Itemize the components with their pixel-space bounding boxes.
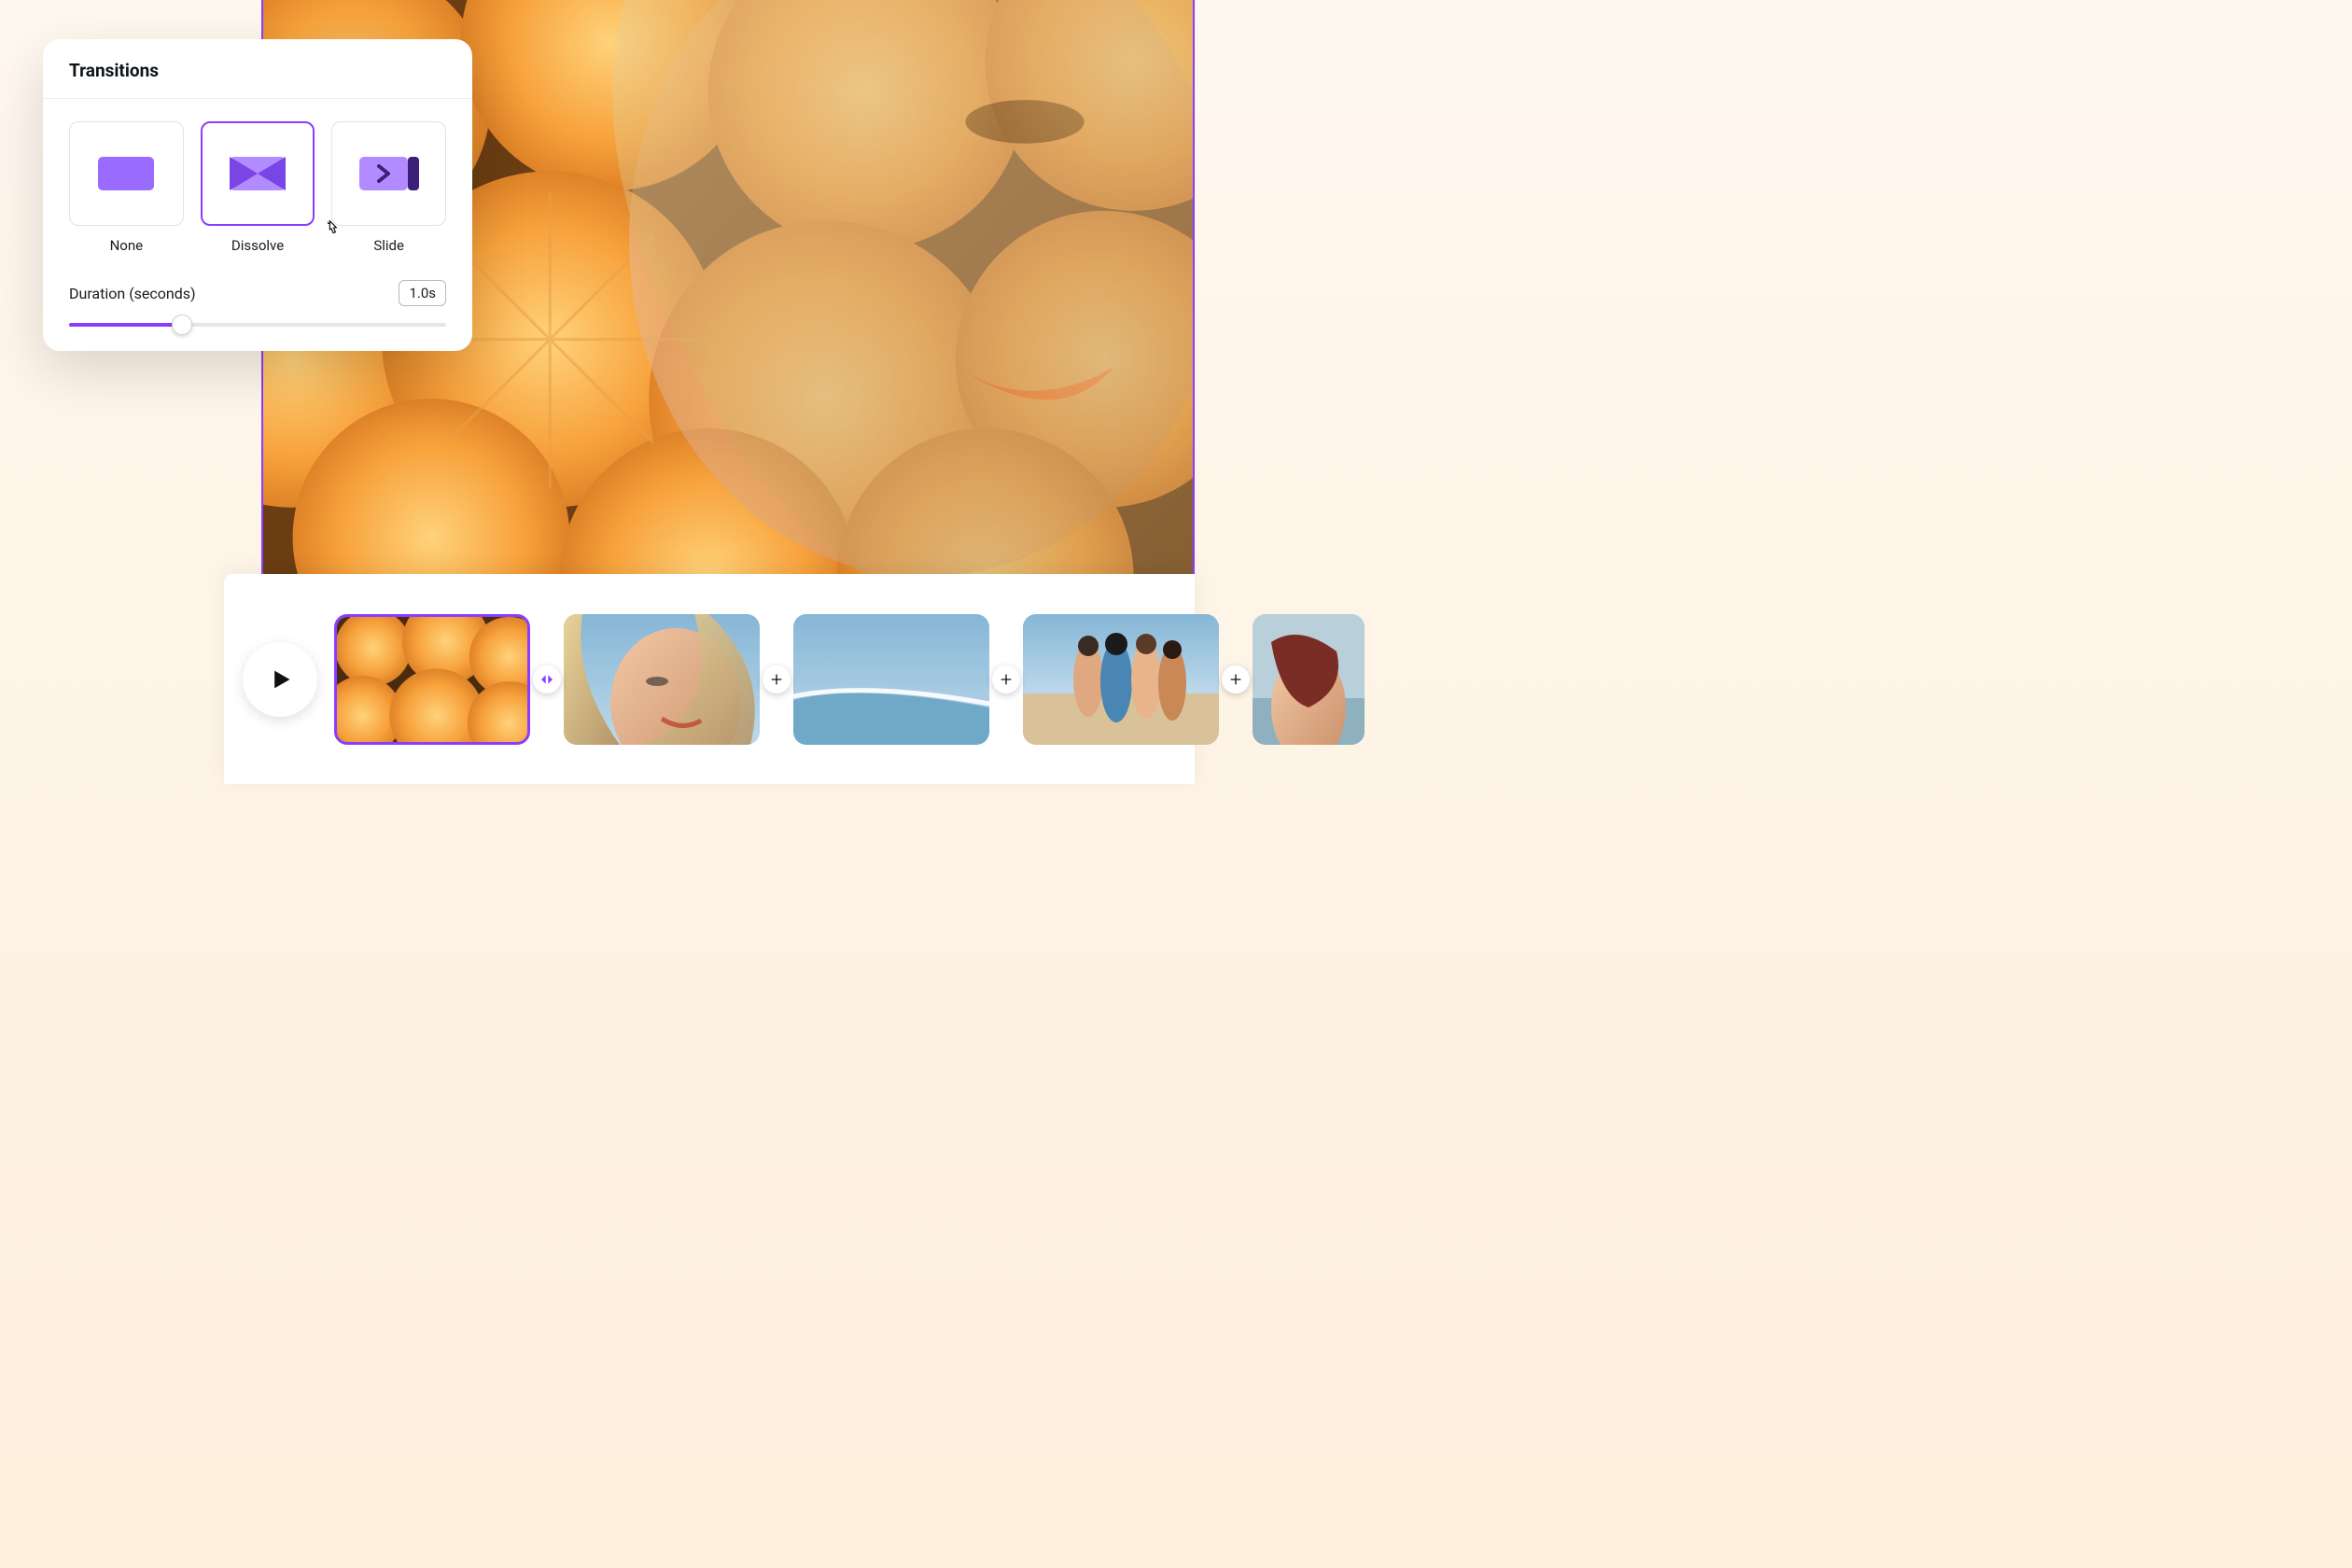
add-transition-button[interactable] [1222, 665, 1250, 693]
transition-option-dissolve[interactable]: Dissolve [201, 121, 315, 254]
plus-icon [769, 672, 784, 687]
transition-slot-4 [1219, 665, 1253, 693]
transition-option-none[interactable]: None [69, 121, 184, 254]
add-transition-button[interactable] [992, 665, 1020, 693]
transition-slot-1 [530, 665, 564, 693]
option-label: Dissolve [231, 237, 284, 254]
duration-row: Duration (seconds) 1.0s [43, 263, 472, 315]
clip-woman-portrait[interactable] [564, 614, 760, 745]
transition-option-slide[interactable]: Slide [331, 121, 446, 254]
none-icon [93, 149, 159, 198]
clip-oranges[interactable] [334, 614, 530, 745]
add-transition-button[interactable] [763, 665, 791, 693]
clip-ocean-wave[interactable] [793, 614, 989, 745]
timeline [224, 574, 1195, 784]
slide-icon [357, 149, 422, 198]
duration-value[interactable]: 1.0s [399, 280, 446, 306]
popover-title: Transitions [43, 39, 472, 99]
slider-fill [69, 323, 182, 327]
clip-strip [334, 614, 1365, 745]
transition-badge-dissolve[interactable] [533, 665, 561, 693]
clip-beach-group[interactable] [1023, 614, 1219, 745]
plus-icon [1228, 672, 1243, 687]
transition-options: None Dissolve Slide [43, 99, 472, 263]
transition-slot-2 [760, 665, 793, 693]
transitions-popover: Transitions None Dissolve [43, 39, 472, 351]
duration-slider[interactable] [69, 315, 446, 334]
clip-woman-sea[interactable] [1253, 614, 1365, 745]
option-label: Slide [373, 237, 404, 254]
dissolve-icon [539, 672, 554, 687]
play-button[interactable] [243, 642, 317, 717]
play-icon [267, 666, 293, 693]
slider-thumb[interactable] [172, 315, 192, 335]
duration-label: Duration (seconds) [69, 285, 196, 302]
plus-icon [999, 672, 1014, 687]
dissolve-icon [225, 149, 290, 198]
transition-slot-3 [989, 665, 1023, 693]
option-label: None [110, 237, 144, 254]
